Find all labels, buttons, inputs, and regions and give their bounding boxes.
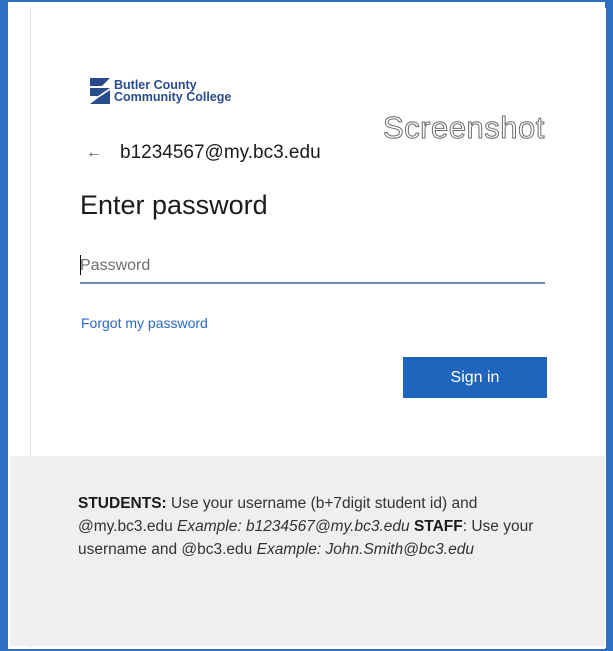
college-logo: Butler County Community College — [88, 76, 231, 106]
account-identity: ← b1234567@my.bc3.edu — [86, 142, 321, 164]
college-logo-icon — [90, 78, 110, 104]
text-caret — [80, 255, 81, 275]
screenshot-watermark: Screenshot — [383, 110, 545, 146]
help-footer: STUDENTS: Use your username (b+7digit st… — [10, 456, 605, 646]
college-logo-text: Butler County Community College — [114, 79, 232, 104]
staff-example: Example: John.Smith@bc3.edu — [256, 541, 474, 558]
help-text: STUDENTS: Use your username (b+7digit st… — [78, 492, 548, 561]
students-label: STUDENTS: — [78, 495, 167, 512]
page-title: Enter password — [80, 190, 268, 220]
staff-label: STAFF — [413, 518, 463, 535]
password-input[interactable] — [80, 250, 545, 284]
logo-line-2: Community College — [114, 90, 232, 104]
sign-in-button[interactable]: Sign in — [403, 357, 547, 398]
identity-email: b1234567@my.bc3.edu — [120, 142, 321, 163]
students-example: Example: b1234567@my.bc3.edu — [177, 518, 410, 535]
back-arrow-icon[interactable]: ← — [86, 144, 104, 162]
forgot-password-link[interactable]: Forgot my password — [81, 315, 208, 331]
